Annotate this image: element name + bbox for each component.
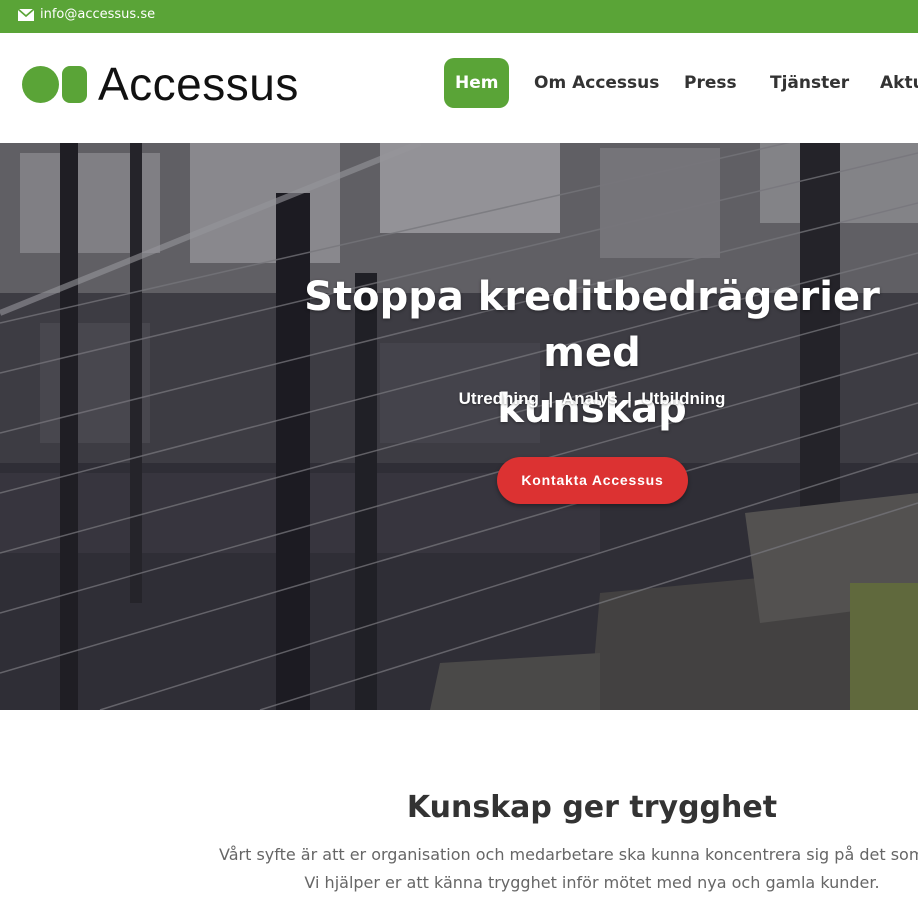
top-bar: info@accessus.se [0,0,918,33]
nav-item-press[interactable]: Press [684,58,737,108]
hero-title: Stoppa kreditbedrägerier med kunskap [266,269,918,437]
logo-pill-mark [62,66,87,103]
nav-item-hem[interactable]: Hem [444,58,510,108]
hero-subtitle: Utredning | Analys | Utbildning [458,389,726,408]
contact-email-link[interactable]: info@accessus.se [40,7,155,22]
section-title: Kunskap ger trygghet [406,790,778,825]
nav-item-om-accessus[interactable]: Om Accessus [534,58,659,108]
nav-item-aktuellt[interactable]: Aktu [880,58,918,108]
contact-accessus-button[interactable]: Kontakta Accessus [497,457,688,504]
section-text-line-1: Vårt syfte är att er organisation och me… [219,845,918,864]
mail-icon [18,9,34,21]
site-header: Accessus Hem Om Accessus Press Tjänster … [0,33,918,143]
hero-title-line-1: Stoppa kreditbedrägerier med [304,274,880,376]
logo-dot-mark [22,66,59,103]
section-text-line-2: Vi hjälper er att känna trygghet inför m… [304,873,880,892]
nav-item-tjanster[interactable]: Tjänster [770,58,849,108]
hero-banner: Stoppa kreditbedrägerier med kunskap Utr… [0,143,918,710]
logo-wordmark: Accessus [98,58,299,110]
